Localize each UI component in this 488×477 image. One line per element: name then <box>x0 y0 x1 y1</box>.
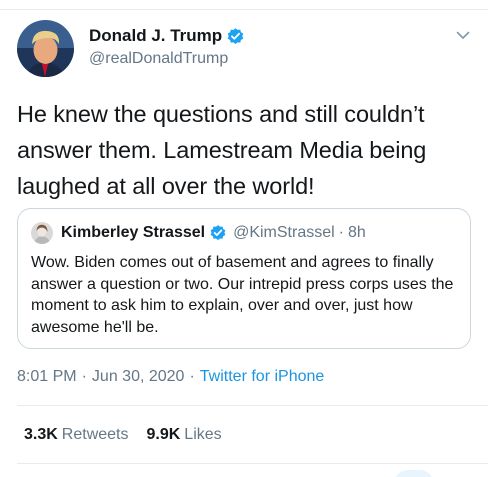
author-display-name[interactable]: Donald J. Trump <box>89 26 222 46</box>
divider <box>17 463 488 464</box>
author-handle[interactable]: @realDonaldTrump <box>89 50 228 68</box>
likes-count: 9.9K <box>146 426 181 443</box>
retweets-stat[interactable]: 3.3K Retweets <box>24 426 129 444</box>
quoted-tweet-text: Wow. Biden comes out of basement and agr… <box>31 254 454 336</box>
quoted-tweet-time: 8h <box>348 224 366 241</box>
tweet-source-link[interactable]: Twitter for iPhone <box>200 368 325 385</box>
retweets-count: 3.3K <box>24 426 58 443</box>
retweets-label: Retweets <box>61 426 129 443</box>
likes-label: Likes <box>184 426 222 443</box>
tweet-date[interactable]: Jun 30, 2020 <box>92 368 185 385</box>
tweet-time[interactable]: 8:01 PM <box>17 368 77 385</box>
chevron-down-icon[interactable] <box>455 27 471 43</box>
tweet-card: Donald J. Trump @realDonaldTrump He knew… <box>0 0 488 477</box>
likes-stat[interactable]: 9.9K Likes <box>147 426 222 444</box>
engagement-stats: 3.3K Retweets 9.9K Likes <box>24 426 240 444</box>
quoted-time-separator: · <box>338 224 344 241</box>
verified-badge-icon <box>226 27 245 46</box>
quoted-tweet[interactable]: Kimberley Strassel @KimStrassel · 8h Wow… <box>17 208 471 349</box>
quoted-author-handle: @KimStrassel <box>233 224 335 241</box>
tweet-text: He knew the questions and still couldn’t… <box>17 101 427 199</box>
meta-separator: · <box>81 368 87 385</box>
meta-separator: · <box>189 368 195 385</box>
divider <box>17 405 488 406</box>
quoted-author-avatar <box>31 222 53 244</box>
quoted-author-name: Kimberley Strassel <box>61 224 206 241</box>
quoted-tweet-header: Kimberley Strassel @KimStrassel · 8h <box>31 222 366 244</box>
top-divider <box>0 9 488 10</box>
verified-badge-icon <box>209 224 227 242</box>
author-avatar[interactable] <box>17 20 74 77</box>
author-name-row: Donald J. Trump <box>89 26 245 46</box>
tweet-meta: 8:01 PM · Jun 30, 2020 · Twitter for iPhone <box>17 368 324 386</box>
action-icon-peek <box>394 470 434 477</box>
author-avatar-image <box>17 20 74 77</box>
